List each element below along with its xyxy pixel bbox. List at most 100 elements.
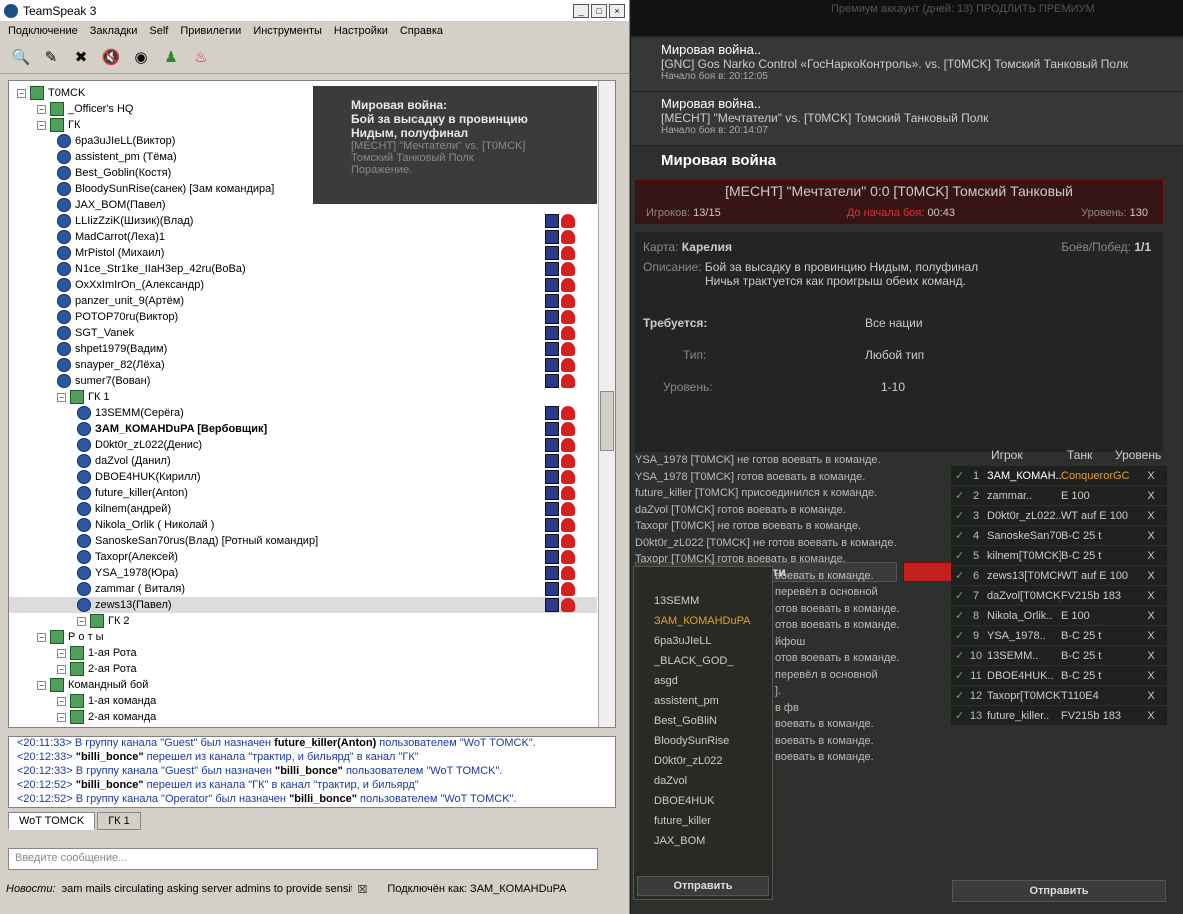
roster-row[interactable]: ✓ 2 zammar.. E 100 X: [951, 486, 1167, 506]
remove-player-icon[interactable]: X: [1141, 650, 1161, 662]
tulip-icon[interactable]: ♨: [188, 44, 214, 70]
client-row[interactable]: future_killer(Anton): [9, 485, 597, 501]
chat-user[interactable]: "billi_bonce": [76, 751, 144, 763]
roster-row[interactable]: ✓ 6 zews13[T0MCK] WT auf E 100 X: [951, 566, 1167, 586]
popup-member[interactable]: DBOE4HUK: [634, 791, 772, 811]
channel-row[interactable]: − ГК 2: [9, 613, 597, 629]
client-row[interactable]: 13SEMM(Серёга): [9, 405, 597, 421]
away-icon[interactable]: ✎: [38, 44, 64, 70]
roster-row[interactable]: ✓ 8 Nikola_Orlik.. E 100 X: [951, 606, 1167, 626]
client-row[interactable]: POTOP70ru(Виктор): [9, 309, 597, 325]
client-row[interactable]: OxXxImIrOn_(Александр): [9, 277, 597, 293]
popup-member[interactable]: asgd: [634, 671, 772, 691]
tab-server[interactable]: WoT TOMCK: [8, 812, 96, 830]
client-row[interactable]: kilnem(андрей): [9, 501, 597, 517]
remove-player-icon[interactable]: X: [1141, 570, 1161, 582]
client-row[interactable]: SGT_Vanek: [9, 325, 597, 341]
popup-member[interactable]: 6pa3uJIeLL: [634, 631, 772, 651]
tab-channel[interactable]: ГК 1: [97, 812, 141, 830]
expand-icon[interactable]: −: [37, 680, 46, 690]
expand-icon[interactable]: −: [57, 664, 66, 674]
menu-item-2[interactable]: Self: [149, 25, 168, 37]
client-row[interactable]: Taxopr(Алексей): [9, 549, 597, 565]
user-icon[interactable]: ♟: [158, 44, 184, 70]
minimize-button[interactable]: _: [573, 3, 589, 18]
remove-player-icon[interactable]: X: [1141, 470, 1161, 482]
menu-item-3[interactable]: Привилегии: [180, 25, 241, 37]
roster-row[interactable]: ✓ 13 future_killer.. FV215b 183 X: [951, 706, 1167, 726]
popup-member[interactable]: ЗАМ_КОМАНDuPA: [634, 611, 772, 631]
menu-item-5[interactable]: Настройки: [334, 25, 388, 37]
menu-item-1[interactable]: Закладки: [90, 25, 138, 37]
roster-row[interactable]: ✓ 12 Taxopr[T0MCK] T110E4 X: [951, 686, 1167, 706]
channel-row[interactable]: − ГК 1: [9, 389, 597, 405]
menu-item-0[interactable]: Подключение: [8, 25, 78, 37]
remove-player-icon[interactable]: X: [1141, 670, 1161, 682]
popup-member[interactable]: assistent_pm: [634, 691, 772, 711]
client-row[interactable]: N1ce_Str1ke_IIaH3ep_42ru(ВоВа): [9, 261, 597, 277]
connect-icon[interactable]: 🔍: [8, 44, 34, 70]
roster-row[interactable]: ✓ 1 ЗАМ_КОМАН.. ConquerorGC X: [951, 466, 1167, 486]
channel-row[interactable]: − 2-ая команда: [9, 709, 597, 725]
remove-player-icon[interactable]: X: [1141, 490, 1161, 502]
client-row[interactable]: zammar ( Виталя): [9, 581, 597, 597]
expand-icon[interactable]: −: [57, 712, 66, 722]
expand-icon[interactable]: −: [37, 120, 46, 130]
client-row[interactable]: daZvol (Данил): [9, 453, 597, 469]
expand-icon[interactable]: −: [37, 632, 46, 642]
client-row[interactable]: MrPistol (Михаил): [9, 245, 597, 261]
remove-player-icon[interactable]: X: [1141, 610, 1161, 622]
expand-icon[interactable]: −: [77, 616, 86, 626]
expand-icon[interactable]: −: [57, 392, 66, 402]
expand-icon[interactable]: −: [37, 104, 46, 114]
channel-row[interactable]: − 2-ая Рота: [9, 661, 597, 677]
roster-row[interactable]: ✓ 4 SanoskeSan70.. B-C 25 t X: [951, 526, 1167, 546]
popup-member[interactable]: _BLACK_GOD_: [634, 651, 772, 671]
mute-speakers-icon[interactable]: 🔇: [98, 44, 124, 70]
client-row[interactable]: D0kt0r_zL022(Денис): [9, 437, 597, 453]
menu-item-6[interactable]: Справка: [400, 25, 443, 37]
tree-scrollbar[interactable]: [598, 81, 615, 727]
remove-player-icon[interactable]: X: [1141, 690, 1161, 702]
mute-mic-icon[interactable]: ✖: [68, 44, 94, 70]
chat-user[interactable]: "billi_bonce": [289, 793, 357, 805]
menu-item-4[interactable]: Инструменты: [253, 25, 322, 37]
client-row[interactable]: LLIizZziK(Шизик)(Влад): [9, 213, 597, 229]
chat-user[interactable]: "billi_bonce": [275, 765, 343, 777]
send-button-right[interactable]: Отправить: [952, 880, 1166, 902]
send-button[interactable]: Отправить: [637, 876, 769, 896]
channel-row[interactable]: − Командный бой: [9, 677, 597, 693]
popup-member[interactable]: D0kt0r_zL022: [634, 751, 772, 771]
remove-player-icon[interactable]: X: [1141, 590, 1161, 602]
remove-player-icon[interactable]: X: [1141, 550, 1161, 562]
expand-icon[interactable]: −: [57, 648, 66, 658]
roster-row[interactable]: ✓ 3 D0kt0r_zL022.. WT auf E 100 X: [951, 506, 1167, 526]
client-row[interactable]: panzer_unit_9(Артём): [9, 293, 597, 309]
client-row[interactable]: shpet1979(Вадим): [9, 341, 597, 357]
subscribe-icon[interactable]: ◉: [128, 44, 154, 70]
message-input[interactable]: Введите сообщение...: [8, 848, 598, 870]
client-row[interactable]: sumer7(Вован): [9, 373, 597, 389]
remove-player-icon[interactable]: X: [1141, 710, 1161, 722]
client-row[interactable]: ЗАМ_КОМАНDuPA [Вербовщик]: [9, 421, 597, 437]
popup-member[interactable]: daZvol: [634, 771, 772, 791]
client-row[interactable]: YSA_1978(Юра): [9, 565, 597, 581]
close-news-icon[interactable]: ☒: [358, 883, 368, 896]
expand-icon[interactable]: −: [57, 696, 66, 706]
popup-member[interactable]: JAX_BOM: [634, 831, 772, 851]
client-row[interactable]: Nikola_Orlik ( Николай ): [9, 517, 597, 533]
maximize-button[interactable]: □: [591, 3, 607, 18]
remove-player-icon[interactable]: X: [1141, 510, 1161, 522]
client-row[interactable]: MadCarrot(Леха)1: [9, 229, 597, 245]
roster-row[interactable]: ✓ 7 daZvol[T0MCK] FV215b 183 X: [951, 586, 1167, 606]
roster-row[interactable]: ✓ 9 YSA_1978.. B-C 25 t X: [951, 626, 1167, 646]
chat-user[interactable]: "billi_bonce": [76, 779, 144, 791]
client-row[interactable]: DBOE4HUK(Кирилл): [9, 469, 597, 485]
chat-user[interactable]: future_killer(Anton): [274, 737, 376, 749]
popup-member[interactable]: 13SEMM: [634, 591, 772, 611]
expand-icon[interactable]: −: [17, 88, 26, 98]
client-row[interactable]: snayper_82(Лёха): [9, 357, 597, 373]
close-button[interactable]: ×: [609, 3, 625, 18]
client-row[interactable]: zews13(Павел): [9, 597, 597, 613]
popup-member[interactable]: Best_GoBliN: [634, 711, 772, 731]
